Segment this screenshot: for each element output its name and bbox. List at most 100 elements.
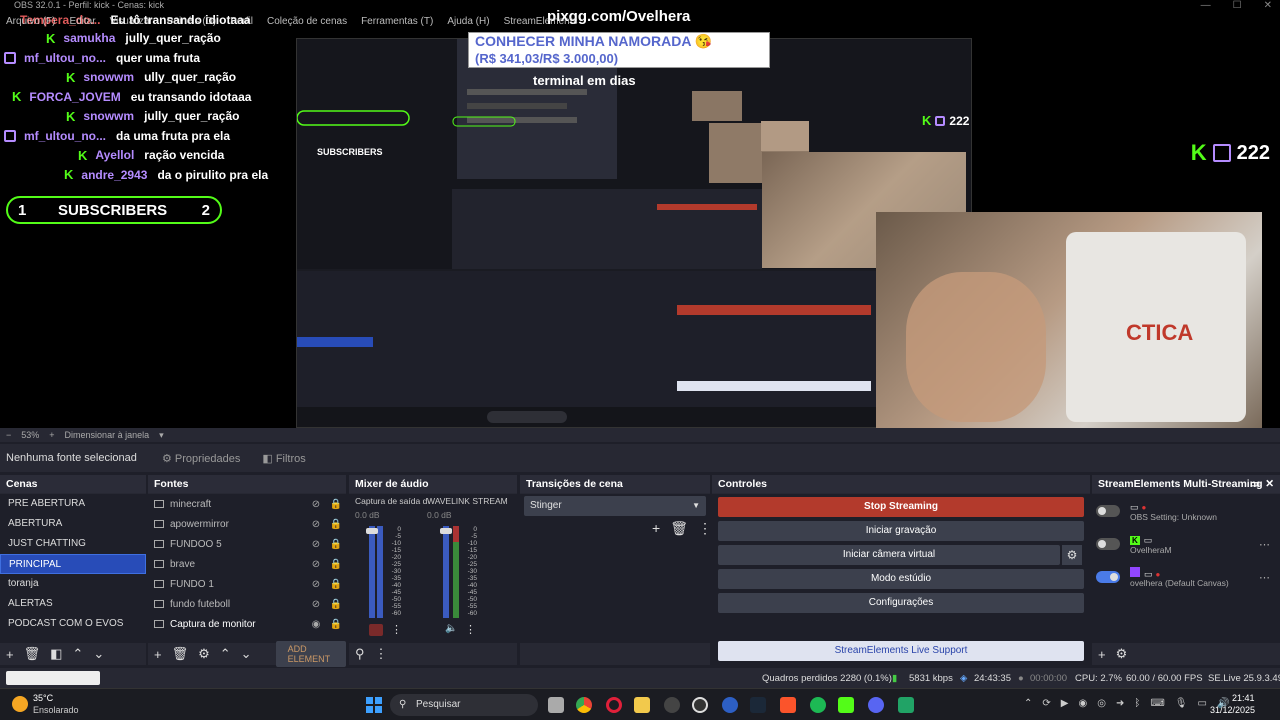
start-recording-button[interactable]: Iniciar gravação bbox=[718, 521, 1084, 541]
stream-toggle[interactable] bbox=[1096, 571, 1120, 583]
discord-icon[interactable] bbox=[868, 697, 884, 713]
live-support-button[interactable]: StreamElements Live Support bbox=[718, 641, 1084, 661]
add-transition-icon[interactable]: + bbox=[652, 520, 660, 537]
studio-mode-button[interactable]: Modo estúdio bbox=[718, 569, 1084, 589]
app-icon[interactable] bbox=[664, 697, 680, 713]
menu-item[interactable]: Coleção de cenas bbox=[267, 16, 347, 32]
lock-icon[interactable]: 🔒 bbox=[326, 539, 346, 550]
close-icon[interactable]: ✕ bbox=[1265, 475, 1274, 493]
menu-item[interactable]: Perfil bbox=[230, 16, 253, 32]
eye-icon[interactable]: ◉ bbox=[306, 619, 326, 630]
source-item[interactable]: brave ⊘ 🔒 bbox=[148, 554, 346, 574]
eye-slash-icon[interactable]: ⊘ bbox=[306, 539, 326, 550]
zoom-plus-icon[interactable]: + bbox=[49, 430, 54, 440]
gear-icon[interactable]: ⚙ bbox=[1116, 646, 1128, 662]
link-icon[interactable]: ⚲ bbox=[355, 646, 365, 662]
scene-item[interactable]: toranja bbox=[0, 574, 146, 594]
maximize-icon[interactable]: ☐ bbox=[1233, 0, 1242, 11]
sync-icon[interactable]: ⟳ bbox=[1042, 698, 1050, 709]
arrow-icon[interactable]: ➜ bbox=[1116, 698, 1124, 709]
stream-toggle[interactable] bbox=[1096, 505, 1120, 517]
play-icon[interactable]: ▶ bbox=[1061, 698, 1069, 709]
menu-item[interactable]: Visualizar bbox=[110, 16, 153, 32]
speaker-icon[interactable]: 🔈 bbox=[445, 623, 457, 634]
scene-item[interactable]: ALERTAS bbox=[0, 594, 146, 614]
eye-slash-icon[interactable]: ⊘ bbox=[306, 599, 326, 610]
zoom-mode[interactable]: Dimensionar à janela bbox=[65, 430, 150, 440]
channel2-fader[interactable] bbox=[440, 528, 452, 534]
kick-app-icon[interactable] bbox=[838, 697, 854, 713]
menu-item[interactable]: Ferramentas (T) bbox=[361, 16, 433, 32]
move-down-icon[interactable]: ⌄ bbox=[241, 646, 252, 662]
float-icon[interactable]: ▭ bbox=[1250, 475, 1260, 493]
lock-icon[interactable]: 🔒 bbox=[326, 579, 346, 590]
mini-window-controls[interactable] bbox=[6, 671, 100, 685]
minimize-icon[interactable]: — bbox=[1201, 0, 1211, 11]
gear-icon[interactable]: ⚙ bbox=[1062, 545, 1082, 565]
steam-icon[interactable] bbox=[750, 697, 766, 713]
clock-date[interactable]: 31/12/2025 bbox=[1210, 705, 1255, 715]
lock-icon[interactable]: 🔒 bbox=[326, 499, 346, 510]
source-item[interactable]: apowermirror ⊘ 🔒 bbox=[148, 514, 346, 534]
zoom-minus-icon[interactable]: − bbox=[6, 430, 11, 440]
properties-button[interactable]: ⚙ Propriedades bbox=[156, 450, 246, 467]
add-element-button[interactable]: ADD ELEMENT bbox=[275, 641, 346, 667]
move-up-icon[interactable]: ⌃ bbox=[220, 646, 231, 662]
more-icon[interactable]: ⋯ bbox=[1259, 571, 1270, 584]
spotify-icon[interactable] bbox=[810, 697, 826, 713]
menu-item[interactable]: Ajuda (H) bbox=[447, 16, 489, 32]
brave-icon[interactable] bbox=[780, 697, 796, 713]
source-item[interactable]: Captura de monitor ◉ 🔒 bbox=[148, 614, 346, 634]
obs-icon[interactable] bbox=[692, 697, 708, 713]
language-icon[interactable]: ⌨ bbox=[1150, 698, 1164, 709]
folder-icon[interactable] bbox=[634, 697, 650, 713]
transition-menu-icon[interactable]: ⋮ bbox=[698, 520, 712, 537]
chevron-down-icon[interactable]: ▾ bbox=[159, 430, 164, 441]
windows-start-icon[interactable] bbox=[366, 697, 382, 713]
source-item[interactable]: fundo futeboll ⊘ 🔒 bbox=[148, 594, 346, 614]
spreadsheet-icon[interactable] bbox=[898, 697, 914, 713]
menu-item[interactable]: Arquivo (F) bbox=[6, 16, 55, 32]
add-source-icon[interactable]: + bbox=[154, 647, 162, 662]
scene-item[interactable]: JUST CHATTING bbox=[0, 534, 146, 554]
mic-icon[interactable]: 🎙 bbox=[1175, 698, 1188, 709]
stream-toggle[interactable] bbox=[1096, 538, 1120, 550]
steam-tray-icon[interactable]: ◎ bbox=[1097, 698, 1106, 709]
lock-icon[interactable]: 🔒 bbox=[326, 519, 346, 530]
chevron-up-icon[interactable]: ⌃ bbox=[1024, 698, 1032, 709]
weather-temp[interactable]: 35°C bbox=[33, 693, 53, 703]
stream-preview[interactable]: OBS 32.0.1 - Perfil: kick - Cenas: kick … bbox=[0, 0, 1280, 428]
move-down-icon[interactable]: ⌄ bbox=[93, 646, 104, 662]
network-icon[interactable]: ▭ bbox=[1197, 698, 1206, 709]
eye-slash-icon[interactable]: ⊘ bbox=[306, 519, 326, 530]
close-icon[interactable]: ✕ bbox=[1264, 0, 1272, 11]
settings-button[interactable]: Configurações bbox=[718, 593, 1084, 613]
stop-streaming-button[interactable]: Stop Streaming bbox=[718, 497, 1084, 517]
lock-icon[interactable]: 🔒 bbox=[326, 559, 346, 570]
menu-item[interactable]: Editar bbox=[69, 16, 95, 32]
trash-icon[interactable]: 🗑 bbox=[670, 520, 688, 537]
trash-icon[interactable]: 🗑 bbox=[172, 646, 189, 662]
eye-slash-icon[interactable]: ⊘ bbox=[306, 559, 326, 570]
mute-icon[interactable] bbox=[369, 624, 383, 636]
app-icon[interactable] bbox=[722, 697, 738, 713]
filter-icon[interactable]: ◧ bbox=[50, 646, 62, 662]
task-view-icon[interactable] bbox=[548, 697, 564, 713]
source-item[interactable]: FUNDO 1 ⊘ 🔒 bbox=[148, 574, 346, 594]
chrome-icon[interactable] bbox=[576, 697, 592, 713]
eye-slash-icon[interactable]: ⊘ bbox=[306, 579, 326, 590]
channel1-menu-icon[interactable]: ⋮ bbox=[391, 623, 402, 636]
bluetooth-icon[interactable]: ᛒ bbox=[1134, 698, 1140, 709]
clock-time[interactable]: 21:41 bbox=[1232, 693, 1255, 703]
media-icon[interactable]: ◉ bbox=[1078, 698, 1087, 709]
more-icon[interactable]: ⋯ bbox=[1259, 538, 1270, 551]
opera-icon[interactable] bbox=[606, 697, 622, 713]
eye-slash-icon[interactable]: ⊘ bbox=[306, 499, 326, 510]
scene-item[interactable]: ABERTURA bbox=[0, 514, 146, 534]
source-item[interactable]: minecraft ⊘ 🔒 bbox=[148, 494, 346, 514]
taskbar-search[interactable]: ⚲ Pesquisar bbox=[390, 694, 538, 716]
lock-icon[interactable]: 🔒 bbox=[326, 599, 346, 610]
channel2-menu-icon[interactable]: ⋮ bbox=[465, 623, 476, 636]
scene-item[interactable]: PRE ABERTURA bbox=[0, 494, 146, 514]
menu-item[interactable]: Painéis (D) bbox=[167, 16, 216, 32]
